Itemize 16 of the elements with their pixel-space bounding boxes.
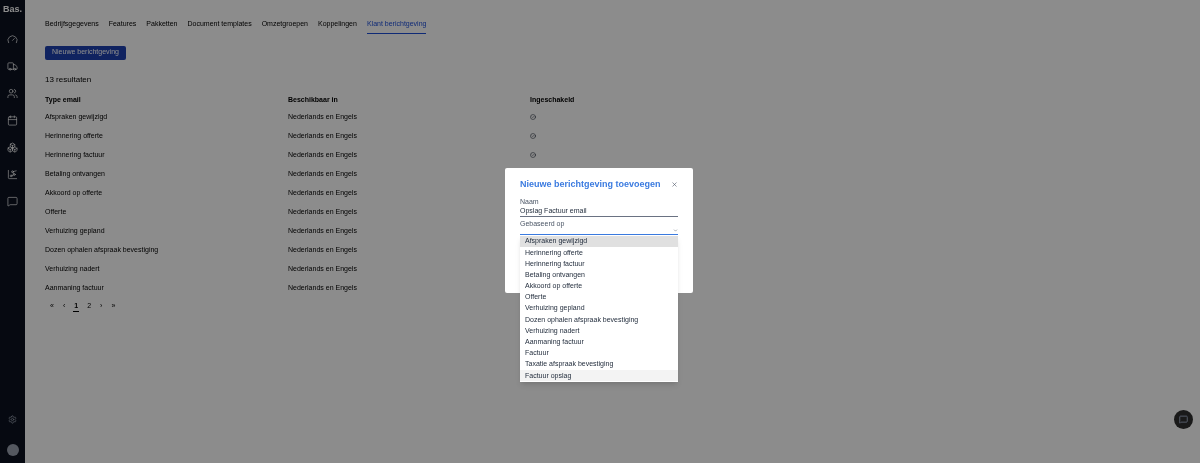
chat-icon xyxy=(1179,415,1188,424)
calendar-icon[interactable] xyxy=(7,114,18,126)
boxes-icon[interactable] xyxy=(7,141,18,153)
avatar[interactable] xyxy=(6,444,19,456)
chart-icon[interactable] xyxy=(7,168,18,180)
message-icon[interactable] xyxy=(7,195,18,207)
truck-icon[interactable] xyxy=(7,60,18,72)
gauge-icon[interactable] xyxy=(7,33,18,45)
chat-button[interactable] xyxy=(1174,410,1193,429)
caret-icon xyxy=(673,227,678,233)
settings-icon[interactable] xyxy=(8,415,17,424)
users-icon[interactable] xyxy=(7,87,18,99)
close-icon[interactable] xyxy=(671,181,678,189)
modal-title: Nieuwe berichtgeving toevoegen xyxy=(520,178,661,191)
logo: Bas. xyxy=(3,3,22,16)
results-count: 13 resultaten xyxy=(45,73,93,86)
